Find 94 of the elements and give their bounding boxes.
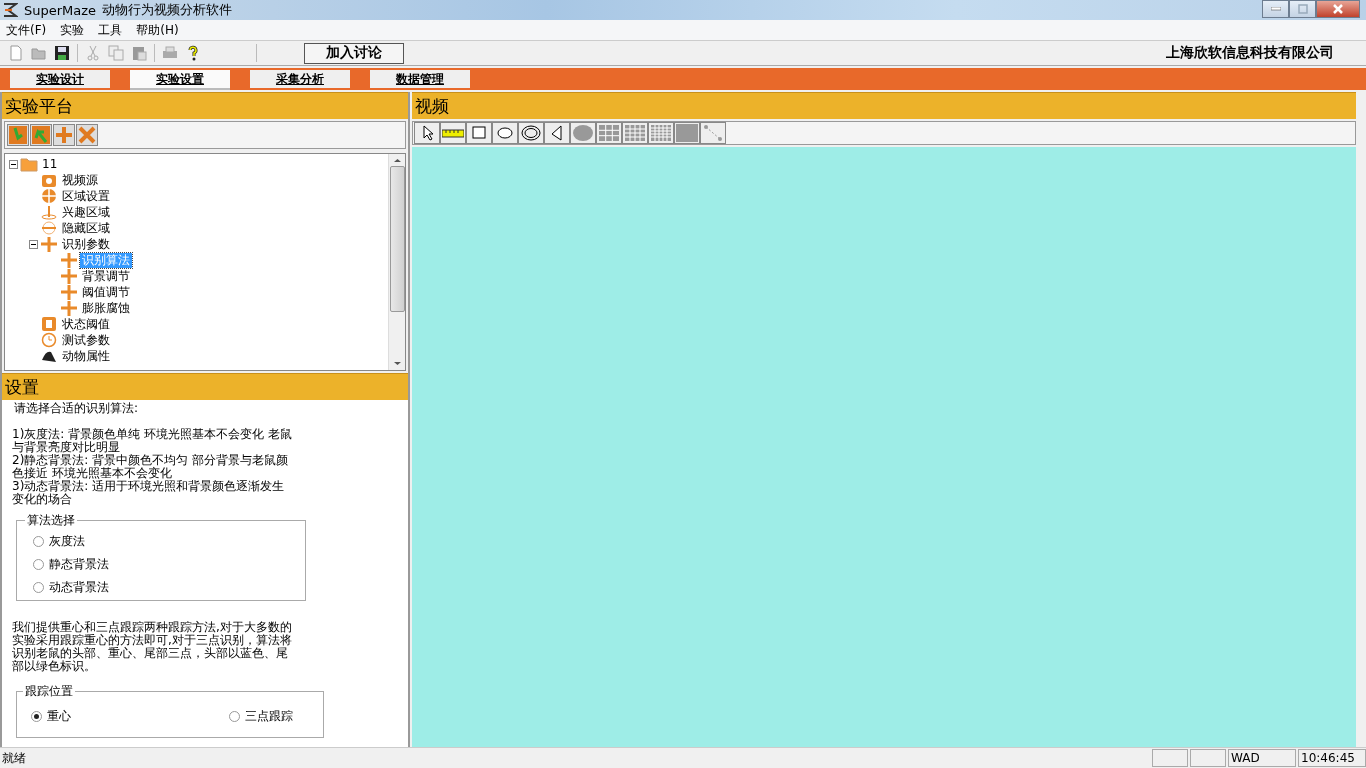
status-message: 就绪 — [1, 749, 26, 767]
ring-icon — [520, 124, 542, 142]
grid-icon — [598, 124, 620, 142]
maximize-button[interactable] — [1289, 0, 1316, 18]
tool-button[interactable] — [492, 122, 518, 144]
counter-icon — [40, 316, 58, 332]
grid-icon — [650, 124, 672, 142]
panel-header: 设置 — [2, 373, 408, 400]
radio-option[interactable]: 三点跟踪 — [229, 708, 293, 725]
tab[interactable]: 数据管理 — [370, 70, 470, 88]
app-icon — [2, 2, 18, 18]
striped-circle-icon — [40, 220, 58, 236]
company-name: 上海欣软信息科技有限公司 — [1166, 44, 1334, 62]
radio-option[interactable]: 静态背景法 — [33, 556, 295, 573]
minimize-button[interactable] — [1262, 0, 1289, 18]
tree-item[interactable]: 阈值调节 — [80, 284, 132, 300]
group-title: 算法选择 — [26, 512, 76, 529]
grid-icon — [624, 124, 646, 142]
radio-option[interactable]: 动态背景法 — [33, 579, 295, 596]
tree-item[interactable]: 隐藏区域 — [60, 220, 112, 236]
copy-icon[interactable] — [108, 45, 124, 61]
delete-button[interactable] — [76, 124, 98, 146]
flag-icon — [40, 204, 58, 220]
collapse-icon[interactable] — [29, 239, 38, 249]
tracking-description: 我们提供重心和三点跟踪两种跟踪方法,对于大多数的实验采用跟踪重心的方法即可,对于三点识别，算法将识别老鼠的头部、重心、尾部三点，头部以蓝色、尾部以绿色标识。 — [12, 621, 292, 673]
square-icon — [676, 124, 698, 142]
scrollbar[interactable] — [388, 154, 405, 370]
tab[interactable]: 实验设置 — [130, 70, 230, 90]
tree-item[interactable]: 状态阈值 — [60, 316, 112, 332]
export-button[interactable] — [30, 124, 52, 146]
status-mode: WAD — [1228, 749, 1296, 767]
tab[interactable]: 采集分析 — [250, 70, 350, 88]
group-title: 跟踪位置 — [24, 683, 74, 700]
clock-icon — [40, 332, 58, 348]
status-pane — [1152, 749, 1188, 767]
plus-icon — [60, 284, 78, 300]
tree-item[interactable]: 测试参数 — [60, 332, 112, 348]
pie-icon — [40, 188, 58, 204]
folder-icon — [20, 156, 38, 172]
camera-icon — [40, 172, 58, 188]
cross-icon — [78, 126, 96, 144]
tree-item[interactable]: 识别参数 — [60, 236, 112, 252]
collapse-icon[interactable] — [9, 159, 18, 169]
cut-icon[interactable] — [85, 45, 101, 61]
disc-icon — [572, 124, 594, 142]
discuss-button[interactable]: 加入讨论 — [304, 42, 404, 64]
new-file-icon[interactable] — [8, 45, 24, 61]
maximize-icon — [1297, 4, 1308, 14]
plus-icon — [60, 252, 78, 268]
menu-item[interactable]: 文件(F) — [6, 21, 47, 39]
scroll-thumb[interactable] — [389, 166, 405, 312]
status-pane — [1190, 749, 1226, 767]
plus-icon — [55, 126, 73, 144]
menu-item[interactable]: 工具 — [98, 21, 123, 39]
method-description: 2)静态背景法: 背景中颜色不均匀 部分背景与老鼠颜色接近 环境光照基本不会变化 — [12, 454, 289, 480]
ellipse-icon — [494, 124, 516, 142]
tool-button[interactable] — [544, 122, 570, 144]
menu-item[interactable]: 帮助(H) — [136, 21, 179, 39]
method-description: 1)灰度法: 背景颜色单纯 环境光照基本不会变化 老鼠与背景亮度对比明显 — [12, 428, 292, 454]
tree-item[interactable]: 视频源 — [60, 172, 100, 188]
print-icon[interactable] — [162, 45, 178, 61]
window-title: 动物行为视频分析软件 — [102, 1, 233, 19]
instruction-text: 请选择合适的识别算法: — [13, 402, 140, 415]
import-button[interactable] — [7, 124, 29, 146]
close-icon — [1332, 4, 1344, 14]
tab[interactable]: 实验设计 — [10, 70, 110, 88]
plus-icon — [40, 236, 58, 252]
tree-item[interactable]: 膨胀腐蚀 — [80, 300, 132, 316]
status-time: 10:46:45 — [1298, 749, 1366, 767]
tool-button[interactable] — [414, 122, 440, 144]
paste-icon[interactable] — [131, 45, 147, 61]
tree-item[interactable]: 兴趣区域 — [60, 204, 112, 220]
add-button[interactable] — [53, 124, 75, 146]
panel-header: 视频 — [412, 92, 1356, 119]
plus-icon — [60, 268, 78, 284]
tree-item[interactable]: 动物属性 — [60, 348, 112, 364]
arrow-up-icon — [32, 126, 50, 144]
tree-item[interactable]: 11 — [40, 156, 60, 172]
save-icon[interactable] — [54, 45, 70, 61]
menu-item[interactable]: 实验 — [60, 21, 85, 39]
minimize-icon — [1270, 7, 1281, 11]
tree-item[interactable]: 背景调节 — [80, 268, 132, 284]
tree-item[interactable]: 区域设置 — [60, 188, 112, 204]
plus-icon — [60, 300, 78, 316]
tool-button[interactable] — [518, 122, 544, 144]
open-folder-icon[interactable] — [31, 45, 47, 61]
app-name: SuperMaze — [24, 2, 97, 18]
method-description: 3)动态背景法: 适用于环境光照和背景颜色逐渐发生变化的场合 — [12, 480, 286, 506]
close-button[interactable] — [1316, 0, 1360, 18]
line-icon — [702, 124, 724, 142]
radio-option[interactable]: 重心 — [31, 708, 71, 725]
arrow-down-icon — [9, 126, 27, 144]
panel-header: 实验平台 — [2, 92, 408, 119]
radio-option[interactable]: 灰度法 — [33, 533, 295, 550]
